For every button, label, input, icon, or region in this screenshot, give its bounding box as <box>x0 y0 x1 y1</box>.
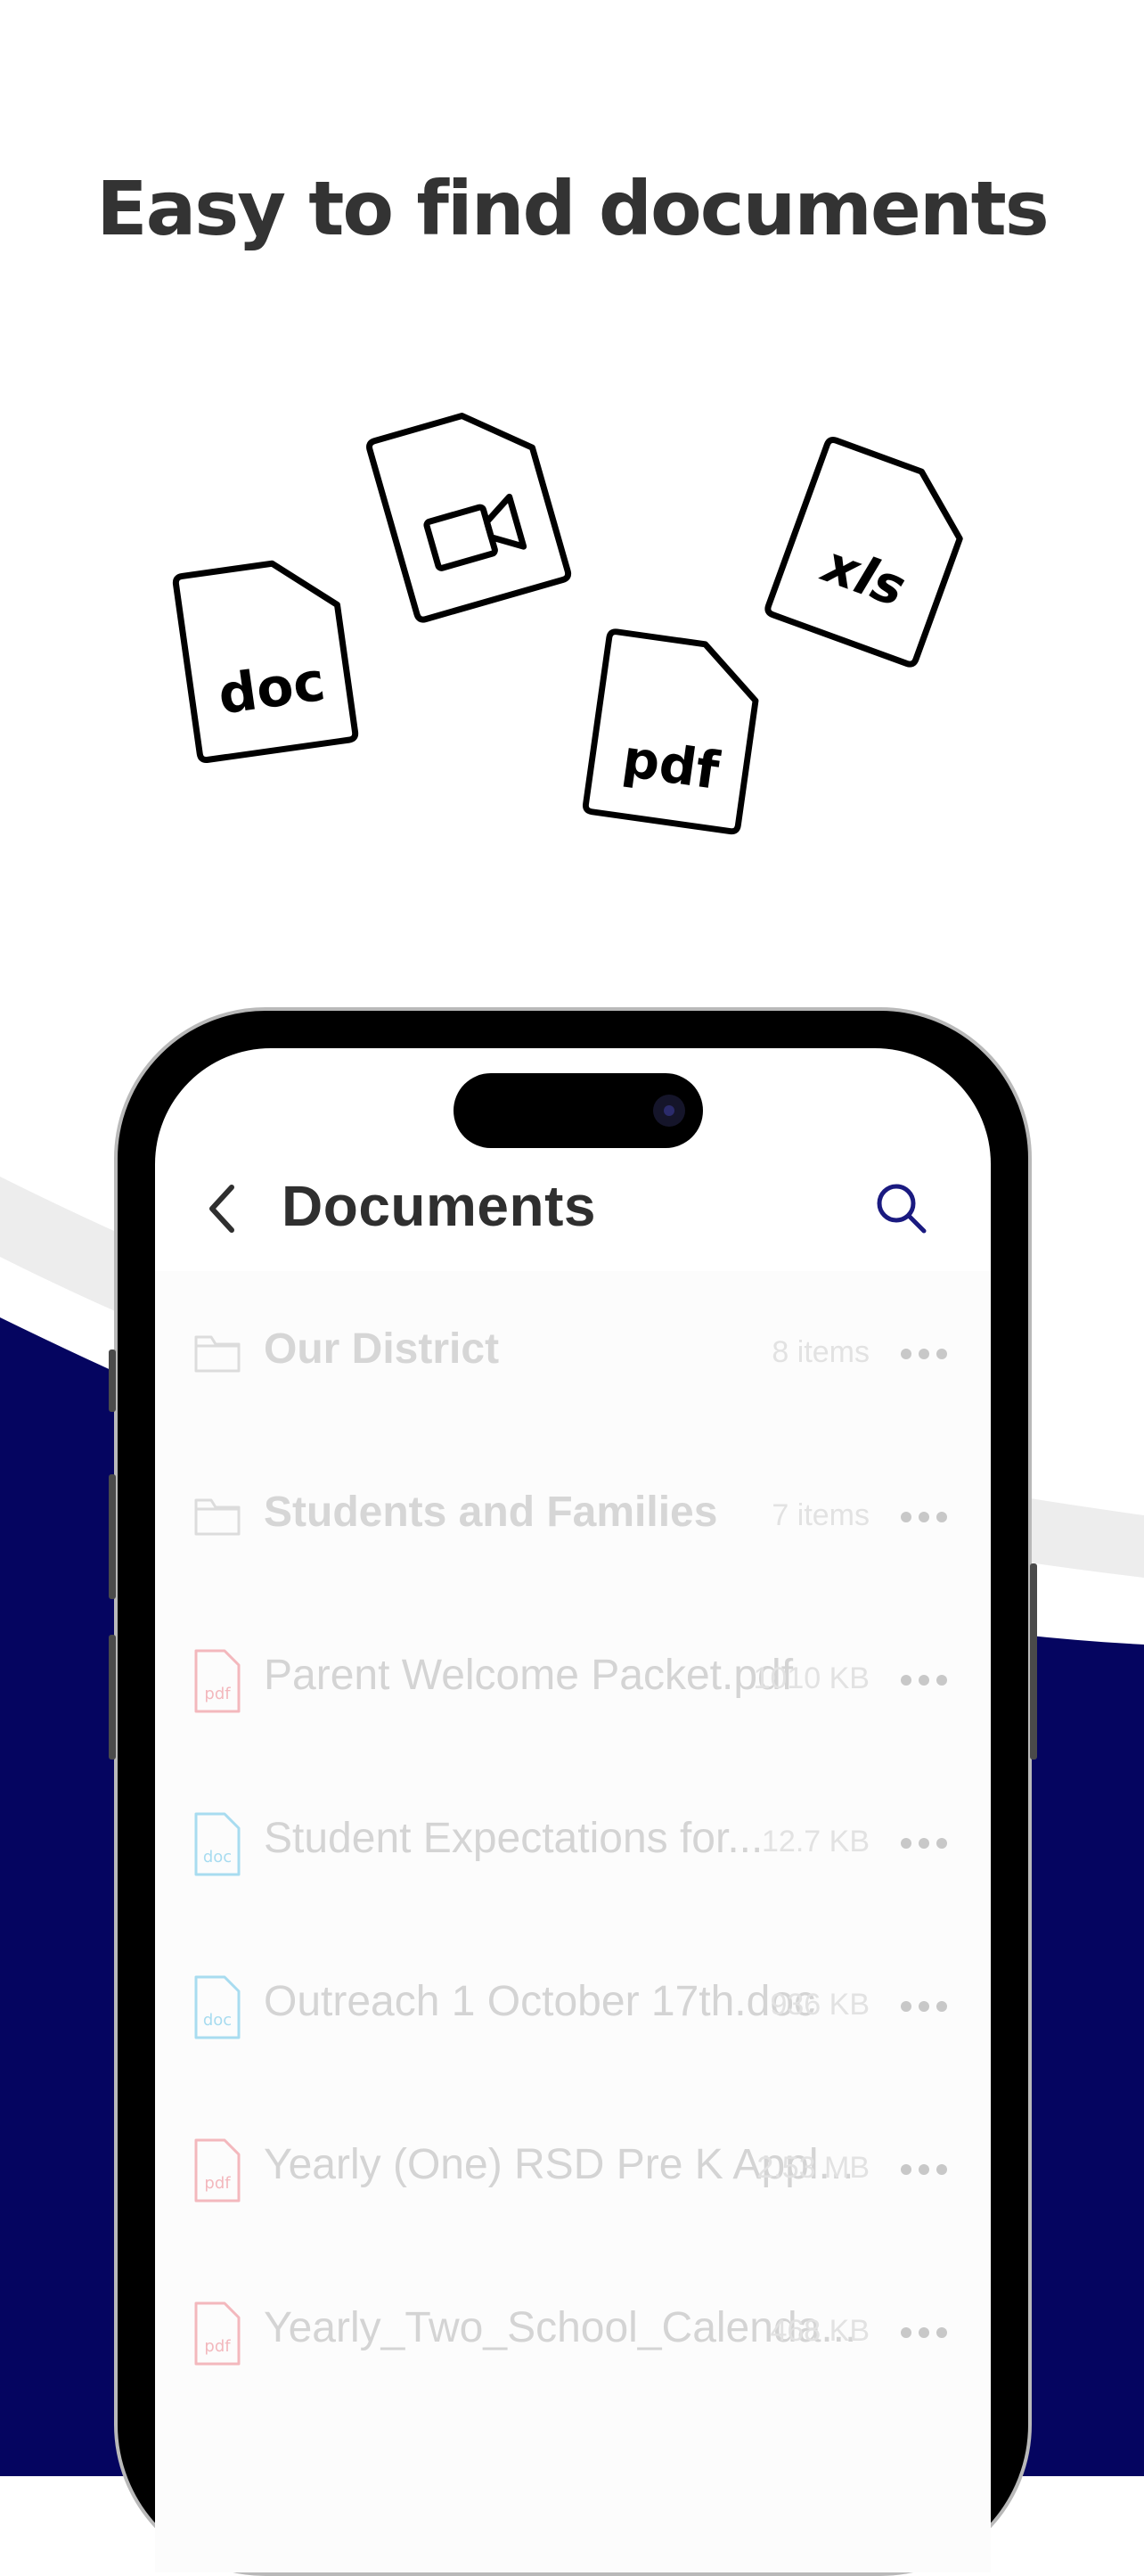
item-meta: 12.7 KB <box>762 1825 870 1858</box>
list-item-folder[interactable]: Our District 8 items <box>155 1271 991 1434</box>
pdf-file-icon: pdf <box>576 623 775 840</box>
item-meta: 468 KB <box>770 2314 870 2348</box>
list-item-file[interactable]: pdf Yearly (One) RSD Pre K Appl... 2.53 … <box>155 2087 991 2250</box>
file-type-label: pdf <box>204 2337 231 2356</box>
doc-file-icon: doc <box>194 1975 241 2039</box>
item-name: Students and Families <box>264 1489 718 1536</box>
phone-screen: Documents Our District 8 items Students … <box>155 1048 991 2572</box>
file-type-label: doc <box>203 2011 232 2030</box>
doc-file-icon: doc <box>194 1812 241 1876</box>
item-meta: 7 items <box>772 1498 870 1532</box>
phone-frame: Documents Our District 8 items Students … <box>109 1007 1037 2576</box>
list-item-file[interactable]: doc Student Expectations for... 12.7 KB <box>155 1760 991 1924</box>
list-item-folder[interactable]: Students and Families 7 items <box>155 1434 991 1597</box>
item-meta: 8 items <box>772 1335 870 1369</box>
file-type-label: pdf <box>204 1685 231 1703</box>
page-title: Documents <box>282 1174 596 1238</box>
documents-list: Our District 8 items Students and Famili… <box>155 1271 991 2572</box>
item-meta: 1010 KB <box>753 1661 870 1695</box>
more-options-icon[interactable] <box>900 1837 948 1850</box>
list-item-file[interactable]: pdf Parent Welcome Packet.pdf 1010 KB <box>155 1597 991 1760</box>
pdf-file-icon: pdf <box>194 1649 241 1713</box>
headline: Easy to find documents <box>96 165 1050 252</box>
back-chevron-icon[interactable] <box>205 1182 237 1235</box>
more-options-icon[interactable] <box>900 1511 948 1523</box>
item-name: Outreach 1 October 17th.doc <box>264 1978 816 2025</box>
item-name: Yearly_Two_School_Calenda... <box>264 2304 857 2351</box>
list-item-file[interactable]: doc Outreach 1 October 17th.doc 936 KB <box>155 1924 991 2087</box>
file-type-label: pdf <box>204 2174 231 2193</box>
item-meta: 936 KB <box>770 1988 870 2022</box>
navigation-bar: Documents <box>155 1137 991 1271</box>
more-options-icon[interactable] <box>900 2000 948 2013</box>
search-icon[interactable] <box>873 1180 928 1235</box>
item-name: Student Expectations for... <box>264 1815 764 1862</box>
more-options-icon[interactable] <box>900 2163 948 2176</box>
pdf-file-icon: pdf <box>194 2301 241 2366</box>
phone-power-button <box>1030 1563 1037 1760</box>
item-meta: 2.53 MB <box>756 2151 870 2185</box>
front-camera <box>653 1095 685 1127</box>
list-item-file[interactable]: pdf Yearly_Two_School_Calenda... 468 KB <box>155 2250 991 2413</box>
phone-mute-switch <box>109 1350 116 1412</box>
phone-volume-up-button <box>109 1474 116 1599</box>
item-name: Our District <box>264 1325 500 1373</box>
more-options-icon[interactable] <box>900 1674 948 1686</box>
more-options-icon[interactable] <box>900 1348 948 1360</box>
folder-icon <box>194 1335 241 1373</box>
pdf-file-icon: pdf <box>194 2138 241 2203</box>
doc-file-icon: doc <box>166 548 370 767</box>
phone-volume-down-button <box>109 1635 116 1760</box>
file-type-label: doc <box>203 1848 232 1866</box>
folder-icon <box>194 1498 241 1536</box>
item-name: Parent Welcome Packet.pdf <box>264 1652 794 1699</box>
more-options-icon[interactable] <box>900 2326 948 2339</box>
